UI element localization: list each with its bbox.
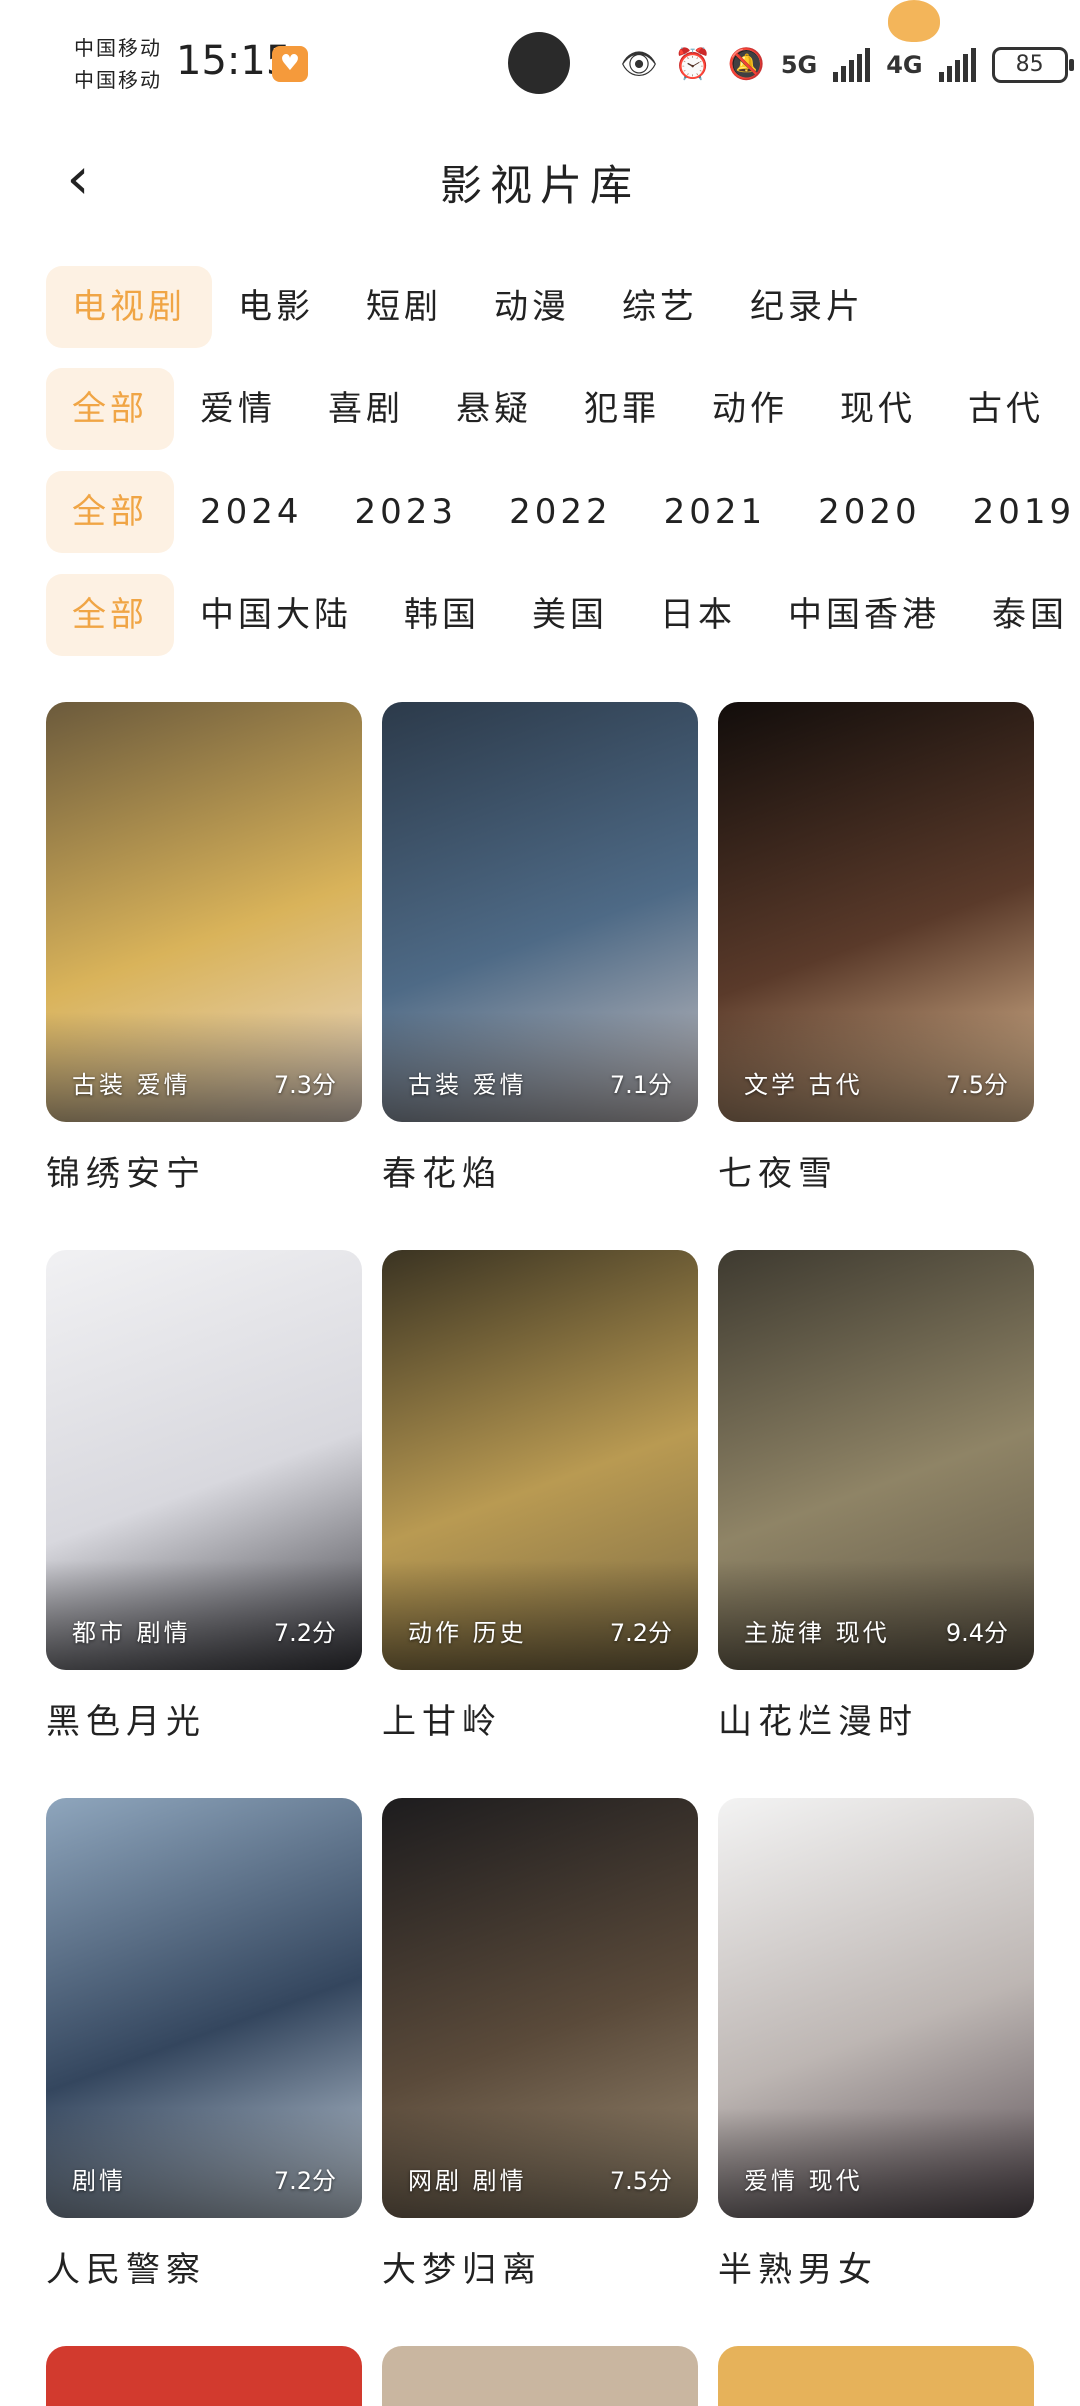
filter-chip-year[interactable]: 2023 xyxy=(329,471,484,553)
media-title[interactable]: 人民警察 xyxy=(46,2248,362,2292)
poster-image[interactable]: 古装 爱情 7.3分 xyxy=(46,702,362,1122)
rating-score: 7.2分 xyxy=(609,1619,672,1647)
poster-image[interactable]: 动作 历史 7.2分 xyxy=(382,1250,698,1670)
carrier-1: 中国移动 xyxy=(74,36,162,60)
filter-chip-genre[interactable]: 古代 xyxy=(942,368,1070,450)
poster-image[interactable]: 剧情 7.2分 xyxy=(46,1798,362,2218)
media-card[interactable]: 古装 爱情 7.1分春花焰 xyxy=(382,702,698,1196)
media-card[interactable]: 古装 爱情 7.3分锦绣安宁 xyxy=(46,702,362,1196)
media-title[interactable]: 上甘岭 xyxy=(382,1700,698,1744)
filter-chip-type[interactable]: 动漫 xyxy=(468,266,596,348)
rating-score: 7.2分 xyxy=(273,2167,336,2195)
genre-tags: 古装 爱情 xyxy=(408,1071,527,1099)
filter-chip-genre[interactable]: 动作 xyxy=(686,368,814,450)
filter-chip-type[interactable]: 综艺 xyxy=(596,266,724,348)
media-card[interactable]: 文学 古代 7.5分七夜雪 xyxy=(718,702,1034,1196)
signal-icon xyxy=(833,48,871,82)
media-title[interactable]: 锦绣安宁 xyxy=(46,1152,362,1196)
poster-image[interactable]: 古装 爱情 7.1分 xyxy=(382,702,698,1122)
poster-peek[interactable] xyxy=(46,2346,362,2406)
genre-tags: 古装 爱情 xyxy=(72,1071,191,1099)
genre-tags: 主旋律 现代 xyxy=(744,1619,890,1647)
filter-chip-genre[interactable]: 犯罪 xyxy=(558,368,686,450)
front-camera xyxy=(508,32,570,94)
filter-chip-type[interactable]: 纪录片 xyxy=(724,266,890,348)
filter-chip-genre[interactable]: 喜剧 xyxy=(302,368,430,450)
media-card[interactable]: 爱情 现代半熟男女 xyxy=(718,1798,1034,2292)
genre-tags: 动作 历史 xyxy=(408,1619,527,1647)
battery-icon: 85 xyxy=(991,47,1074,83)
filter-row-year: 全部20242023202220212020201920182017 xyxy=(0,467,1080,557)
filter-chip-genre[interactable]: 现代 xyxy=(814,368,942,450)
media-title[interactable]: 大梦归离 xyxy=(382,2248,698,2292)
media-card[interactable]: 网剧 剧情 7.5分大梦归离 xyxy=(382,1798,698,2292)
filter-chip-type[interactable]: 电视剧 xyxy=(46,266,212,348)
media-title[interactable]: 春花焰 xyxy=(382,1152,698,1196)
filter-chip-genre[interactable]: 爱情 xyxy=(174,368,302,450)
poster-image[interactable]: 爱情 现代 xyxy=(718,1798,1034,2218)
poster-image[interactable]: 都市 剧情 7.2分 xyxy=(46,1250,362,1670)
genre-tags: 网剧 剧情 xyxy=(408,2167,527,2195)
signal-icon-2 xyxy=(938,48,976,82)
header: ‹ 影视片库 xyxy=(0,130,1080,230)
carrier-2: 中国移动 xyxy=(74,68,162,92)
rating-score: 7.5分 xyxy=(609,2167,672,2195)
genre-tags: 都市 剧情 xyxy=(72,1619,191,1647)
genre-tags: 爱情 现代 xyxy=(744,2167,863,2195)
filter-chip-year[interactable]: 2019 xyxy=(947,471,1080,553)
filter-row-type: 电视剧 电影 短剧 动漫 综艺 纪录片 xyxy=(0,262,1080,352)
rating-score: 7.2分 xyxy=(273,1619,336,1647)
media-card[interactable]: 都市 剧情 7.2分黑色月光 xyxy=(46,1250,362,1744)
mascot-icon xyxy=(888,0,940,42)
filter-row-genre: 全部 爱情 喜剧 悬疑 犯罪 动作 现代 古代 xyxy=(0,364,1080,454)
poster-image[interactable]: 文学 古代 7.5分 xyxy=(718,702,1034,1122)
poster-image[interactable]: 主旋律 现代 9.4分 xyxy=(718,1250,1034,1670)
carrier-labels: 中国移动 中国移动 xyxy=(74,32,162,96)
eye-icon: 👁 xyxy=(620,47,659,82)
filter-chip-year[interactable]: 2020 xyxy=(792,471,947,553)
filter-chip-region[interactable]: 中国香港 xyxy=(762,574,966,656)
genre-tags: 剧情 xyxy=(72,2167,126,2195)
filter-chip-year[interactable]: 2021 xyxy=(638,471,793,553)
filter-chip-region[interactable]: 日本 xyxy=(634,574,762,656)
rating-score: 7.3分 xyxy=(273,1071,336,1099)
poster-peek[interactable] xyxy=(382,2346,698,2406)
filter-row-region: 全部 中国大陆 韩国 美国 日本 中国香港 泰国 xyxy=(0,570,1080,660)
filter-chip-type[interactable]: 电影 xyxy=(212,266,340,348)
filter-chip-year[interactable]: 2022 xyxy=(483,471,638,553)
network-type-1: 5G xyxy=(780,51,818,79)
poster-image[interactable]: 网剧 剧情 7.5分 xyxy=(382,1798,698,2218)
media-card[interactable]: 剧情 7.2分人民警察 xyxy=(46,1798,362,2292)
media-card[interactable]: 动作 历史 7.2分上甘岭 xyxy=(382,1250,698,1744)
media-title[interactable]: 七夜雪 xyxy=(718,1152,1034,1196)
filter-chip-region[interactable]: 美国 xyxy=(506,574,634,656)
alarm-icon: ⏰ xyxy=(674,47,712,82)
media-title[interactable]: 黑色月光 xyxy=(46,1700,362,1744)
media-card[interactable]: 主旋律 现代 9.4分山花烂漫时 xyxy=(718,1250,1034,1744)
poster-peek[interactable] xyxy=(718,2346,1034,2406)
page-title: 影视片库 xyxy=(439,161,640,210)
filter-chip-region[interactable]: 全部 xyxy=(46,574,174,656)
filter-chip-type[interactable]: 短剧 xyxy=(340,266,468,348)
rating-score: 7.1分 xyxy=(609,1071,672,1099)
network-type-2: 4G xyxy=(886,51,923,79)
media-title[interactable]: 半熟男女 xyxy=(718,2248,1034,2292)
status-bar: 中国移动 中国移动 15:15 ♥ 👁 ⏰ 🔕 5G 4G 85 xyxy=(0,0,1080,130)
media-title[interactable]: 山花烂漫时 xyxy=(718,1700,1034,1744)
rating-score: 7.5分 xyxy=(945,1071,1008,1099)
filter-chip-region[interactable]: 韩国 xyxy=(378,574,506,656)
filter-chip-region[interactable]: 泰国 xyxy=(966,574,1080,656)
status-icons: 👁 ⏰ 🔕 5G 4G 85 xyxy=(620,40,1074,90)
filter-chip-region[interactable]: 中国大陆 xyxy=(174,574,378,656)
rating-score: 9.4分 xyxy=(945,1619,1008,1647)
genre-tags: 文学 古代 xyxy=(744,1071,863,1099)
notification-app-icon: ♥ xyxy=(272,46,308,82)
mute-icon: 🔕 xyxy=(727,47,765,82)
filter-chip-genre[interactable]: 全部 xyxy=(46,368,174,450)
filter-chip-year[interactable]: 2024 xyxy=(174,471,329,553)
filter-chip-genre[interactable]: 悬疑 xyxy=(430,368,558,450)
filter-chip-year[interactable]: 全部 xyxy=(46,471,174,553)
